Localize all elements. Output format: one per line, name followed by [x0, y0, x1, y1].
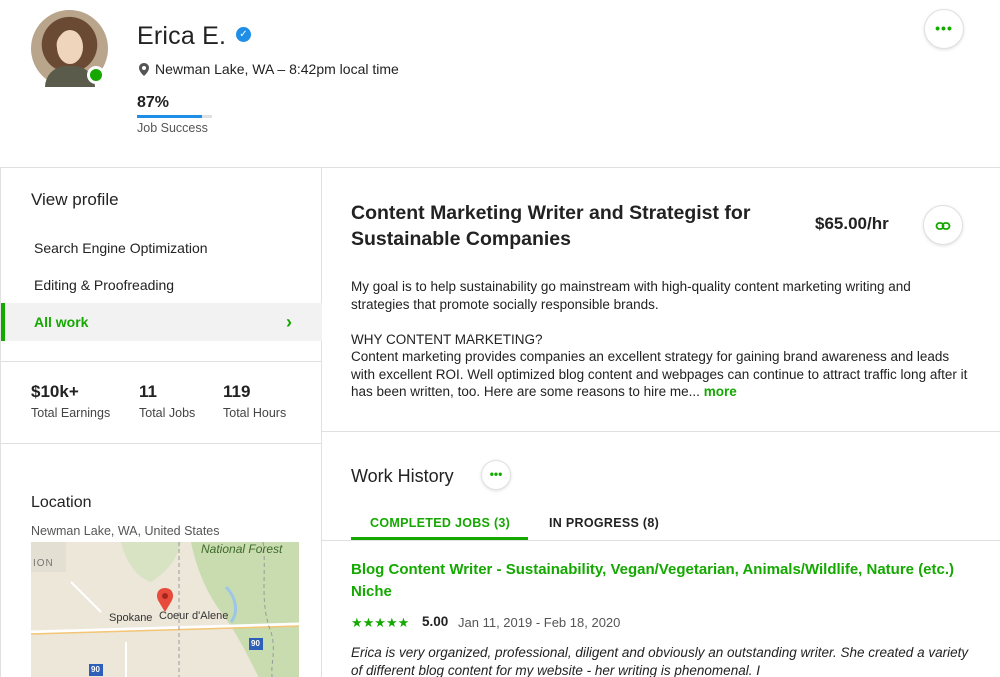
sidebar-item-seo[interactable]: Search Engine Optimization [1, 229, 322, 267]
job-success-percent: 87% [137, 94, 170, 111]
location-pin-icon [139, 63, 149, 76]
job-success-bar [137, 115, 212, 118]
avatar-face [57, 30, 83, 64]
sidebar-item-label: All work [34, 314, 89, 330]
sidebar-item-all-work[interactable]: All work › [1, 303, 322, 341]
more-link[interactable]: more [704, 384, 737, 399]
star-rating-icon: ★★★★★ [351, 615, 410, 630]
tab-in-progress[interactable]: IN PROGRESS (8) [549, 516, 659, 530]
description-heading: WHY CONTENT MARKETING? [351, 331, 543, 347]
description-text: Content marketing provides companies an … [351, 349, 968, 399]
profile-title: Content Marketing Writer and Strategist … [351, 202, 751, 250]
location-text: Newman Lake, WA – 8:42pm local time [155, 61, 399, 77]
stat-label: Total Jobs [139, 406, 196, 420]
profile-description: My goal is to help sustainability go mai… [351, 278, 971, 401]
stat-value: 11 [139, 382, 157, 401]
online-status-dot [87, 66, 105, 84]
description-paragraph-2: Content marketing provides companies an … [351, 348, 971, 401]
map-label-hw1: 90 [251, 639, 260, 648]
job-title-link[interactable]: Blog Content Writer - Sustainability, Ve… [351, 559, 961, 603]
freelancer-name: Erica E. [137, 22, 227, 50]
hourly-rate: $65.00/hr [815, 214, 889, 233]
location-subtitle: Newman Lake, WA, United States [31, 524, 220, 538]
job-review: Erica is very organized, professional, d… [351, 645, 969, 677]
work-history-heading: Work History [351, 466, 454, 486]
profile-more-options-button[interactable]: ••• [924, 9, 964, 49]
map-label-city1: Spokane [109, 612, 153, 624]
chevron-right-icon: › [286, 312, 292, 332]
tab-completed-jobs[interactable]: COMPLETED JOBS (3) [370, 516, 510, 530]
stat-label: Total Hours [223, 406, 287, 420]
work-history-options-button[interactable]: ••• [481, 460, 511, 490]
divider [1, 361, 322, 362]
stat-value: 119 [223, 382, 251, 401]
rating-value: 5.00 [422, 614, 449, 629]
divider [322, 431, 1000, 432]
main-content: Content Marketing Writer and Strategist … [322, 168, 1000, 677]
verified-badge-icon: ✓ [236, 27, 251, 42]
job-success-label: Job Success [137, 121, 208, 135]
job-dates: Jan 11, 2019 - Feb 18, 2020 [458, 615, 621, 630]
stat-label: Total Earnings [31, 406, 111, 420]
map-label-forest: National Forest [201, 542, 283, 556]
divider [322, 540, 1000, 541]
stat-total-earnings: $10k+ Total Earnings [31, 382, 110, 420]
copy-link-button[interactable] [923, 205, 963, 245]
stat-total-jobs: 11 Total Jobs [139, 382, 195, 420]
view-profile-heading: View profile [31, 190, 119, 209]
job-success-bar-fill [137, 115, 203, 118]
description-paragraph: My goal is to help sustainability go mai… [351, 279, 911, 312]
location-heading: Location [31, 494, 92, 511]
stat-total-hours: 119 Total Hours [223, 382, 286, 420]
sidebar-item-editing[interactable]: Editing & Proofreading [1, 266, 322, 304]
map-label-ion: ION [33, 558, 54, 569]
stat-value: $10k+ [31, 382, 79, 401]
divider [1, 443, 322, 444]
map-label-city2: Coeur d'Alene [159, 610, 229, 622]
map-label-hw2: 90 [91, 665, 100, 674]
location-map[interactable]: National Forest ION Spokane Coeur d'Alen… [31, 542, 299, 677]
link-icon [935, 222, 951, 231]
left-sidebar: View profile Search Engine Optimization … [0, 168, 322, 677]
profile-header: Erica E. ✓ Newman Lake, WA – 8:42pm loca… [0, 0, 1000, 168]
